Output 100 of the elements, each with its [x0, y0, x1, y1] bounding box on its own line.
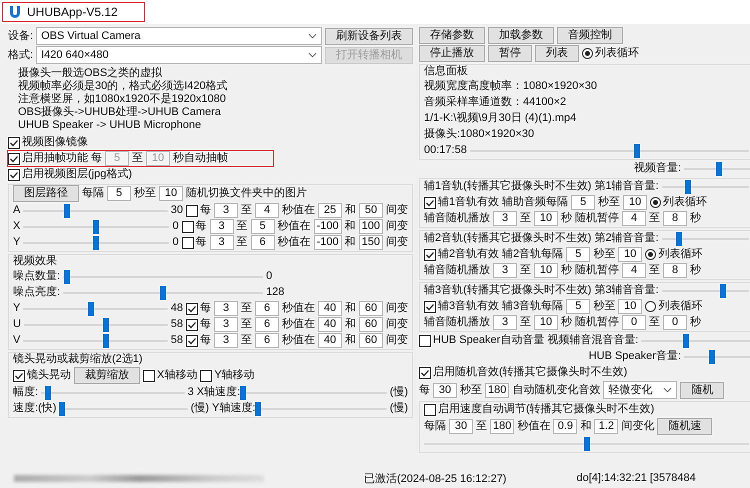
number-field[interactable]: 6 [255, 317, 279, 332]
checkbox[interactable]: 镜头晃动 [13, 369, 71, 382]
number-field[interactable]: 4 [622, 263, 646, 278]
number-field[interactable]: 5 [250, 219, 275, 234]
number-field[interactable]: 3 [493, 211, 517, 226]
number-field[interactable]: 4 [255, 203, 279, 218]
button[interactable]: 列表 [535, 45, 579, 62]
number-field[interactable]: 3 [493, 263, 517, 278]
slider-thumb[interactable] [93, 220, 100, 234]
checkbox[interactable]: 每 [186, 302, 211, 315]
button[interactable]: 暂停 [488, 45, 532, 62]
number-field[interactable]: 10 [534, 211, 558, 226]
slider[interactable] [684, 162, 750, 176]
number-field[interactable]: 4 [622, 211, 646, 226]
radio-button[interactable]: 列表循环 [650, 196, 708, 209]
slider-thumb[interactable] [102, 318, 109, 332]
number-field[interactable]: 1.2 [594, 419, 618, 434]
slider-thumb[interactable] [584, 436, 590, 450]
button[interactable]: 加载参数 [488, 27, 554, 44]
number-field[interactable]: 60 [359, 333, 383, 348]
checkbox[interactable]: X轴移动 [143, 369, 198, 382]
number-field[interactable]: 150 [358, 235, 383, 250]
button[interactable]: 图层路径 [13, 185, 79, 202]
number-field[interactable]: 40 [318, 317, 342, 332]
number-field[interactable]: 3 [210, 219, 234, 234]
number-field[interactable]: 0 [663, 315, 688, 330]
slider-thumb[interactable] [720, 284, 726, 298]
button[interactable]: 裁剪缩放 [74, 367, 140, 384]
slider-thumb[interactable] [102, 334, 109, 348]
checkbox[interactable]: 启用速度自动调节(转播其它摄像头时不生效) [424, 403, 654, 416]
number-field[interactable]: 100 [358, 219, 383, 234]
number-field[interactable]: 50 [359, 203, 383, 218]
number-field[interactable]: 10 [534, 263, 558, 278]
slider-thumb[interactable] [240, 386, 246, 400]
number-field[interactable]: 5 [571, 195, 596, 210]
number-field[interactable]: 5 [107, 186, 131, 201]
number-field[interactable]: 3 [214, 317, 238, 332]
checkbox[interactable]: Y轴移动 [200, 369, 255, 382]
button[interactable]: 音频控制 [557, 27, 623, 44]
checkbox[interactable]: 启用抽帧功能 [8, 152, 88, 165]
checkbox[interactable]: 辅3音轨有效 [424, 300, 500, 313]
number-field[interactable]: 3 [210, 235, 234, 250]
slider-thumb[interactable] [64, 204, 70, 218]
dropdown[interactable]: OBS Virtual Camera [36, 27, 322, 45]
slider-thumb[interactable] [683, 334, 690, 348]
number-field[interactable]: 6 [250, 235, 275, 250]
checkbox[interactable]: 启用随机音效(转播其它摄像头时不生效) [419, 366, 628, 379]
dropdown[interactable]: I420 640×480 [36, 46, 322, 64]
number-field[interactable]: 60 [359, 301, 383, 316]
number-field[interactable]: 60 [359, 317, 383, 332]
number-field[interactable]: 6 [255, 301, 279, 316]
slider-thumb[interactable] [255, 402, 262, 416]
checkbox[interactable]: 辅2音轨有效 [424, 248, 500, 261]
number-field[interactable]: -100 [314, 219, 342, 234]
dropdown[interactable]: 轻微变化 [603, 381, 678, 399]
button[interactable]: 刷新设备列表 [325, 28, 413, 44]
number-field[interactable]: 40 [318, 301, 342, 316]
number-field[interactable]: 5 [566, 299, 590, 314]
number-field[interactable]: 3 [214, 301, 238, 316]
radio-button[interactable]: 列表循环 [645, 300, 702, 313]
slider-thumb[interactable] [93, 236, 100, 250]
slider-thumb[interactable] [160, 286, 166, 300]
checkbox[interactable]: 每 [182, 236, 207, 249]
number-field[interactable]: 10 [618, 247, 642, 262]
slider-thumb[interactable] [634, 144, 640, 158]
number-field[interactable]: 6 [255, 333, 279, 348]
number-field[interactable]: 25 [318, 203, 342, 218]
button[interactable]: 随机速 [657, 418, 712, 435]
checkbox[interactable]: 视频图像镜像 [8, 136, 88, 149]
slider-thumb[interactable] [709, 350, 715, 364]
number-field[interactable]: 30 [449, 419, 473, 434]
number-field[interactable]: 180 [490, 419, 514, 434]
slider-thumb[interactable] [716, 162, 722, 176]
number-field[interactable]: 3 [214, 203, 238, 218]
number-field[interactable]: 40 [318, 333, 342, 348]
number-field[interactable]: 10 [534, 315, 558, 330]
checkbox[interactable]: 每 [186, 318, 211, 331]
number-field[interactable]: 0.9 [553, 419, 578, 434]
button[interactable]: 随机 [680, 382, 724, 398]
checkbox[interactable]: 辅1音轨有效 [424, 196, 500, 209]
number-field[interactable]: -100 [314, 235, 342, 250]
slider-thumb[interactable] [58, 402, 65, 416]
number-field[interactable]: 10 [618, 299, 642, 314]
number-field[interactable]: 180 [485, 382, 510, 398]
number-field[interactable]: 30 [433, 382, 457, 398]
number-field[interactable]: 10 [159, 186, 183, 201]
checkbox[interactable]: 每 [186, 204, 211, 217]
number-field[interactable]: 8 [663, 211, 688, 226]
slider-thumb[interactable] [676, 232, 682, 246]
checkbox[interactable]: 启用视频图层(jpg格式) [8, 168, 132, 181]
checkbox[interactable]: 每 [186, 334, 211, 347]
number-field[interactable]: 3 [214, 333, 238, 348]
number-field[interactable]: 3 [493, 315, 517, 330]
checkbox[interactable]: HUB Speaker自动音量 [419, 334, 544, 347]
checkbox[interactable]: 每 [182, 220, 207, 233]
number-field[interactable]: 0 [622, 315, 646, 330]
number-field[interactable]: 10 [623, 195, 648, 210]
slider-thumb[interactable] [45, 386, 52, 400]
number-field[interactable]: 8 [663, 263, 688, 278]
radio-button[interactable]: 列表循环 [582, 47, 639, 60]
